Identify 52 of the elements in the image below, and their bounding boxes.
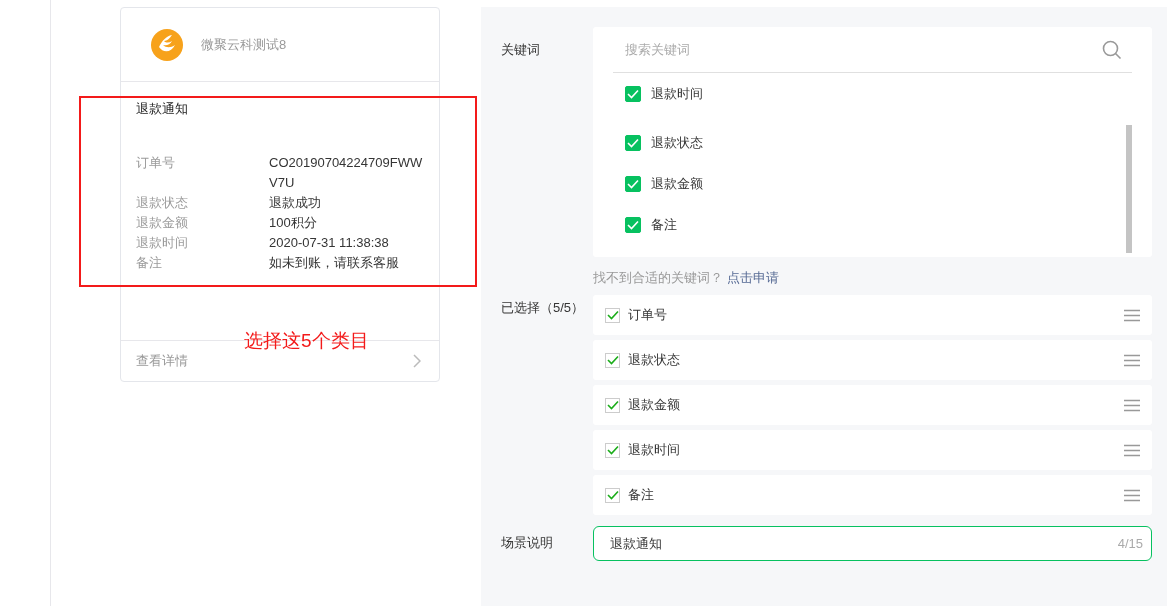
bird-logo-icon: [151, 28, 183, 61]
keyword-option[interactable]: 备注: [625, 204, 1120, 245]
checkbox[interactable]: [605, 307, 620, 323]
field-value: CO20190704224709FWWV7U: [269, 154, 424, 192]
field-label: 备注: [136, 254, 163, 272]
search-field[interactable]: 搜索关键词: [623, 41, 1102, 58]
selected-label: 已选择（5/5）: [501, 299, 586, 317]
field-value: 2020-07-31 11:38:38: [269, 234, 390, 252]
selected-item[interactable]: 退款金额: [593, 385, 1152, 425]
chevron-right-icon: [413, 354, 421, 368]
selected-item[interactable]: 退款时间: [593, 430, 1152, 470]
message-title: 退款通知: [136, 100, 189, 118]
item-label: 备注: [628, 486, 655, 504]
scrollbar[interactable]: [1126, 125, 1132, 253]
item-label: 订单号: [628, 306, 668, 324]
drag-handle-icon[interactable]: [1124, 443, 1140, 457]
keywords-label: 关键词: [501, 41, 541, 59]
scene-input-field[interactable]: 退款通知 4/15: [593, 526, 1152, 561]
scene-label: 场景说明: [501, 534, 554, 552]
hint-text: 找不到合适的关键词？: [593, 270, 723, 285]
drag-handle-icon[interactable]: [1124, 353, 1140, 367]
field-value: 退款成功: [269, 194, 322, 212]
checkbox[interactable]: [625, 134, 641, 151]
character-counter: 4/15: [1117, 536, 1143, 551]
checkbox[interactable]: [605, 442, 620, 458]
selected-item[interactable]: 备注: [593, 475, 1152, 515]
item-label: 退款金额: [628, 396, 681, 414]
selected-item[interactable]: 退款状态: [593, 340, 1152, 380]
field-label: 退款状态: [136, 194, 189, 212]
drag-handle-icon[interactable]: [1124, 398, 1140, 412]
checkbox[interactable]: [605, 487, 620, 503]
field-value: 如未到账，请联系客服: [269, 254, 400, 272]
item-label: 退款时间: [628, 441, 681, 459]
checkbox[interactable]: [625, 216, 641, 233]
field-label: 退款时间: [136, 234, 189, 252]
checkbox[interactable]: [625, 175, 641, 192]
apply-link[interactable]: 点击申请: [727, 270, 779, 285]
field-label: 订单号: [136, 154, 176, 172]
checkbox[interactable]: [605, 352, 620, 368]
field-value: 100积分: [269, 214, 318, 232]
drag-handle-icon[interactable]: [1124, 308, 1140, 322]
keyword-option[interactable]: 退款状态: [625, 122, 1120, 163]
drag-handle-icon[interactable]: [1124, 488, 1140, 502]
keyword-option[interactable]: 退款时间: [625, 73, 1120, 114]
search-icon[interactable]: [1102, 39, 1122, 60]
field-label: 退款金额: [136, 214, 189, 232]
checkbox[interactable]: [625, 85, 641, 102]
keyword-option[interactable]: 退款金额: [625, 163, 1120, 204]
item-label: 退款状态: [628, 351, 681, 369]
checkbox[interactable]: [605, 397, 620, 413]
selected-item[interactable]: 订单号: [593, 295, 1152, 335]
account-name: 微聚云科测试8: [201, 35, 287, 54]
